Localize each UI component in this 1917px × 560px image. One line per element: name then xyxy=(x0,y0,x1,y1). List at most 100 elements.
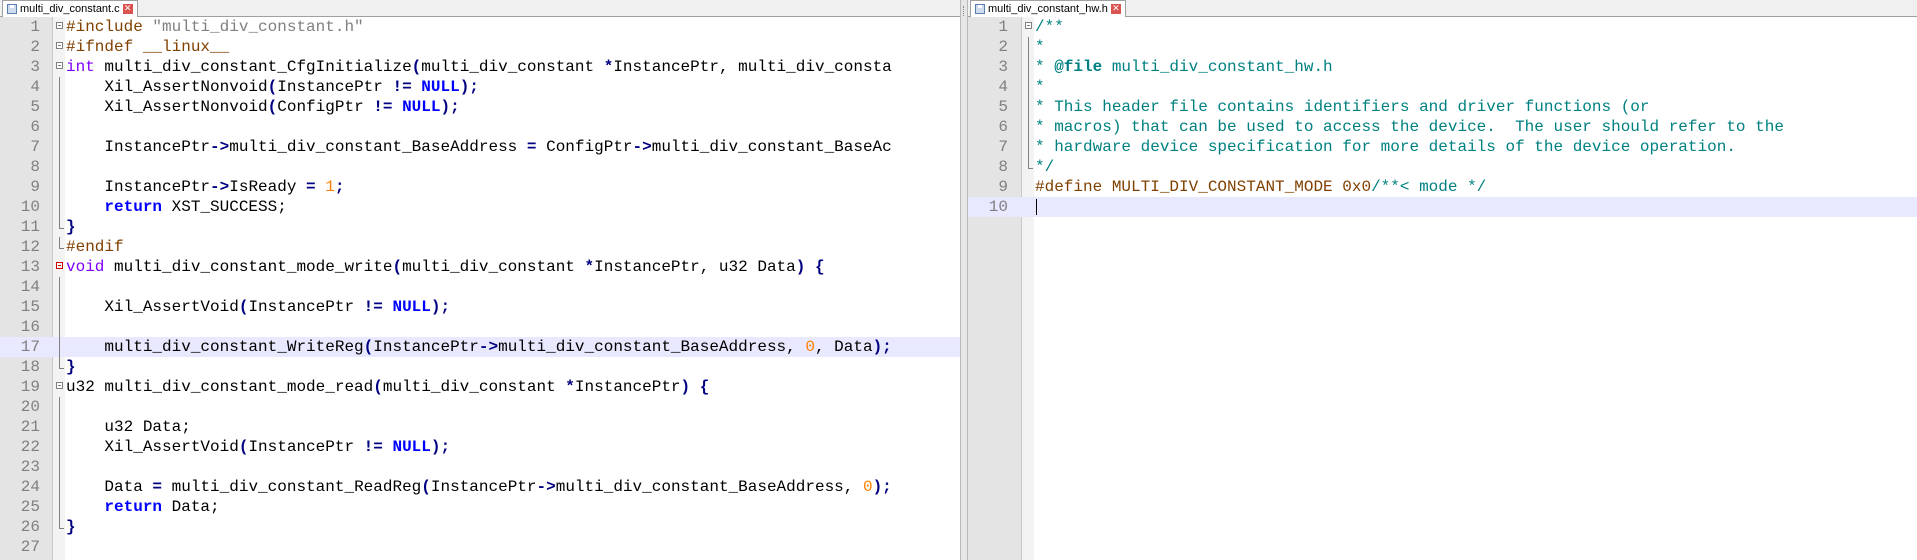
code-line[interactable]: 10 return XST_SUCCESS; xyxy=(0,197,960,217)
code-token: multi_div_constant_BaseAddress, xyxy=(498,338,806,356)
code-text: InstancePtr->multi_div_constant_BaseAddr… xyxy=(66,137,891,157)
code-line[interactable]: 5 Xil_AssertNonvoid(ConfigPtr != NULL); xyxy=(0,97,960,117)
code-line[interactable]: 2 #ifndef __linux__ xyxy=(0,37,960,57)
code-line[interactable]: 7 * hardware device specification for mor… xyxy=(968,137,1917,157)
fold-box-icon[interactable] xyxy=(56,57,65,77)
fold-line xyxy=(56,277,65,297)
code-token: /** xyxy=(1035,18,1064,36)
tab-multi-div-constant-c[interactable]: multi_div_constant.c ✕ xyxy=(2,0,138,17)
fold-line xyxy=(1025,157,1034,177)
code-text: InstancePtr->IsReady = 1; xyxy=(66,177,344,197)
line-number: 11 xyxy=(20,218,40,236)
code-line[interactable]: 20 xyxy=(0,397,960,417)
code-text: */ xyxy=(1035,157,1054,177)
code-line[interactable]: 15 Xil_AssertVoid(InstancePtr != NULL); xyxy=(0,297,960,317)
fold-box-icon[interactable] xyxy=(56,257,65,277)
fold-line xyxy=(1025,37,1034,57)
code-token: ( xyxy=(392,258,403,276)
code-line[interactable]: 24 Data = multi_div_constant_ReadReg(Ins… xyxy=(0,477,960,497)
code-line[interactable]: 16 xyxy=(0,317,960,337)
code-token: ); xyxy=(872,338,892,356)
code-line[interactable]: 13 void multi_div_constant_mode_write(mul… xyxy=(0,257,960,277)
code-text: } xyxy=(66,357,76,377)
tab-label: multi_div_constant.c xyxy=(20,3,120,15)
code-editor-left[interactable]: 1 #include "multi_div_constant.h" 2 #ifndef… xyxy=(0,17,960,560)
code-line[interactable]: 1 #include "multi_div_constant.h" xyxy=(0,17,960,37)
code-token: #ifndef __linux__ xyxy=(66,38,230,56)
code-line[interactable]: 7 InstancePtr->multi_div_constant_BaseAd… xyxy=(0,137,960,157)
code-line[interactable]: 9 InstancePtr->IsReady = 1; xyxy=(0,177,960,197)
pane-splitter[interactable] xyxy=(960,0,968,560)
tab-label: multi_div_constant_hw.h xyxy=(988,3,1108,15)
code-token: ; xyxy=(334,178,345,196)
line-number: 2 xyxy=(30,38,40,56)
fold-line xyxy=(56,437,65,457)
code-line[interactable]: 25 return Data; xyxy=(0,497,960,517)
code-token: -> xyxy=(210,138,230,156)
code-token: InstancePtr, u32 Data xyxy=(594,258,796,276)
code-line[interactable]: 6 xyxy=(0,117,960,137)
code-line[interactable]: 18} xyxy=(0,357,960,377)
code-line[interactable]: 8 */ xyxy=(968,157,1917,177)
code-token: != xyxy=(363,438,383,456)
code-line[interactable]: 19 u32 multi_div_constant_mode_read(multi… xyxy=(0,377,960,397)
fold-box-icon[interactable] xyxy=(56,37,65,57)
code-token: multi_div_constant xyxy=(402,258,585,276)
code-token: ); xyxy=(459,78,479,96)
code-token: ( xyxy=(373,378,383,396)
code-line[interactable]: 3 int multi_div_constant_CfgInitialize(mu… xyxy=(0,57,960,77)
code-line[interactable]: 1 /** xyxy=(968,17,1917,37)
code-text: * @file multi_div_constant_hw.h xyxy=(1035,57,1333,77)
text-caret xyxy=(1036,199,1037,215)
code-line[interactable]: 4 Xil_AssertNonvoid(InstancePtr != NULL)… xyxy=(0,77,960,97)
code-text: #endif xyxy=(66,237,124,257)
code-line[interactable]: 14 xyxy=(0,277,960,297)
code-line[interactable]: 10 xyxy=(968,197,1917,217)
line-number: 24 xyxy=(20,478,40,496)
code-token: ); xyxy=(440,98,460,116)
fold-line xyxy=(56,157,65,177)
code-line[interactable]: 12 #endif xyxy=(0,237,960,257)
code-token: != xyxy=(392,78,412,96)
code-token: , Data xyxy=(814,338,873,356)
code-line[interactable]: 17 multi_div_constant_WriteReg(InstanceP… xyxy=(0,337,960,357)
code-token: Xil_AssertVoid xyxy=(66,438,239,456)
code-line[interactable]: 6 * macros) that can be used to access th… xyxy=(968,117,1917,137)
close-icon[interactable]: ✕ xyxy=(1110,4,1121,14)
line-number: 17 xyxy=(20,338,40,356)
code-editor-right[interactable]: 1/** 2 * 3 * @file multi_div_constant_hw.h 4 *… xyxy=(968,17,1917,560)
fold-box-icon[interactable] xyxy=(1025,17,1034,37)
code-line[interactable]: 22 Xil_AssertVoid(InstancePtr != NULL); xyxy=(0,437,960,457)
fold-box-icon[interactable] xyxy=(56,17,65,37)
close-icon[interactable]: ✕ xyxy=(122,4,133,14)
code-line[interactable]: 21 u32 Data; xyxy=(0,417,960,437)
line-number: 7 xyxy=(998,138,1008,156)
code-line[interactable]: 4 * xyxy=(968,77,1917,97)
fold-line xyxy=(56,357,65,377)
code-text: u32 multi_div_constant_mode_read(multi_d… xyxy=(66,377,709,397)
code-line[interactable]: 8 xyxy=(0,157,960,177)
code-token: u32 Data; xyxy=(66,418,191,436)
code-line[interactable]: 5 * This header file contains identifiers… xyxy=(968,97,1917,117)
code-token: ( xyxy=(267,98,278,116)
code-token: } xyxy=(66,218,76,236)
code-token: Xil_AssertVoid xyxy=(66,298,239,316)
code-line[interactable]: 2 * xyxy=(968,37,1917,57)
line-number: 20 xyxy=(20,398,40,416)
fold-box-icon[interactable] xyxy=(56,377,65,397)
code-line[interactable]: 26} xyxy=(0,517,960,537)
code-token: InstancePtr xyxy=(430,478,537,496)
code-line[interactable]: 11} xyxy=(0,217,960,237)
code-line[interactable]: 27 xyxy=(0,537,960,557)
code-line[interactable]: 9 #define MULTI_DIV_CONSTANT_MODE 0x0/**<… xyxy=(968,177,1917,197)
code-token: InstancePtr xyxy=(248,438,364,456)
tab-bar-right: multi_div_constant_hw.h ✕ xyxy=(968,0,1917,17)
code-token: { xyxy=(699,378,710,396)
code-line[interactable]: 23 xyxy=(0,457,960,477)
line-number: 22 xyxy=(20,438,40,456)
tab-multi-div-constant-hw-h[interactable]: multi_div_constant_hw.h ✕ xyxy=(970,0,1126,17)
code-text: return XST_SUCCESS; xyxy=(66,197,286,217)
code-line[interactable]: 3 * @file multi_div_constant_hw.h xyxy=(968,57,1917,77)
